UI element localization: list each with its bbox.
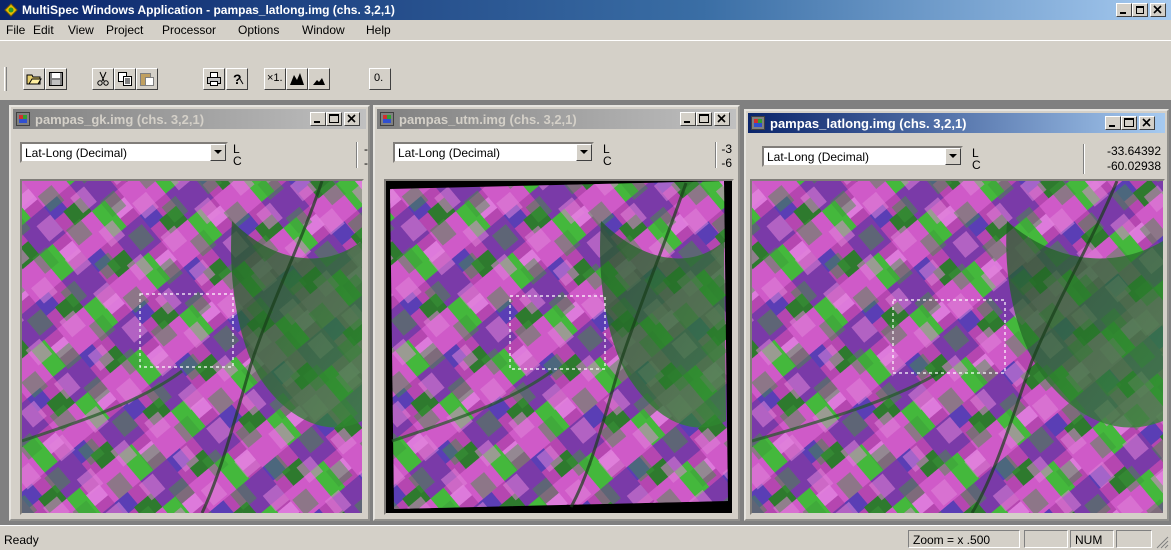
- print-icon: [207, 72, 221, 86]
- image-window-icon: [16, 112, 30, 126]
- menu-help[interactable]: Help: [366, 23, 391, 37]
- paste-button[interactable]: [136, 68, 158, 90]
- column-label: C: [603, 154, 612, 168]
- zoom-x1-icon: ×1.: [267, 72, 283, 84]
- menu-options[interactable]: Options: [238, 23, 279, 37]
- menu-edit[interactable]: Edit: [33, 23, 54, 37]
- zoom-in-icon: [290, 73, 304, 85]
- multispec-app-icon: [4, 3, 18, 17]
- help-icon: ?: [233, 71, 244, 87]
- image-window-icon: [380, 112, 394, 126]
- toolbar-grip: [4, 67, 7, 91]
- window-title: pampas_latlong.img (chs. 3,2,1): [770, 116, 967, 131]
- mdi-client-area: pampas_gk.img (chs. 3,2,1) Lat-Long (Dec…: [0, 100, 1171, 525]
- coordinate-system-value: Lat-Long (Decimal): [767, 150, 870, 164]
- image-window-icon: [751, 116, 765, 130]
- image-window-utm[interactable]: pampas_utm.img (chs. 3,2,1) Lat-Long (De…: [373, 105, 740, 521]
- print-button[interactable]: [203, 68, 225, 90]
- zoom-x1-button[interactable]: ×1.: [264, 68, 286, 90]
- help-button[interactable]: ?: [226, 68, 248, 90]
- divider: [356, 142, 358, 168]
- satellite-image: [386, 181, 732, 513]
- image-canvas[interactable]: [750, 179, 1165, 515]
- status-bar: Ready Zoom = x .500 NUM: [0, 525, 1171, 550]
- menu-window[interactable]: Window: [302, 23, 345, 37]
- menu-processor[interactable]: Processor: [162, 23, 216, 37]
- line-value: -33.64392: [1106, 144, 1161, 158]
- zoom-in-button[interactable]: [286, 68, 308, 90]
- zoom-out-button[interactable]: [308, 68, 330, 90]
- menu-view[interactable]: View: [68, 23, 94, 37]
- window-close-button[interactable]: [1139, 116, 1155, 130]
- coordinate-system-select[interactable]: Lat-Long (Decimal): [393, 142, 594, 163]
- coordinate-system-value: Lat-Long (Decimal): [25, 146, 128, 160]
- menu-project[interactable]: Project: [106, 23, 143, 37]
- column-value: -60.02938: [1106, 159, 1161, 173]
- coordinate-system-select[interactable]: Lat-Long (Decimal): [20, 142, 228, 163]
- status-text: Ready: [4, 533, 39, 547]
- open-button[interactable]: [23, 68, 45, 90]
- menu-file[interactable]: File: [6, 23, 25, 37]
- overlay-button[interactable]: 0.: [369, 68, 391, 90]
- window-minimize-button[interactable]: [310, 112, 326, 126]
- zoom-indicator: Zoom = x .500: [908, 530, 1020, 548]
- column-label: C: [972, 158, 981, 172]
- paste-icon: [140, 73, 154, 86]
- window-title: pampas_utm.img (chs. 3,2,1): [399, 112, 577, 127]
- window-maximize-button[interactable]: [326, 112, 342, 126]
- satellite-image: [22, 181, 362, 513]
- window-close-button[interactable]: [344, 112, 360, 126]
- status-pane-blank: [1024, 530, 1068, 548]
- cut-icon: [97, 71, 109, 86]
- toolbar: ? ×1. 0.: [0, 40, 1171, 100]
- window-minimize-button[interactable]: [680, 112, 696, 126]
- chevron-down-icon[interactable]: [210, 144, 226, 161]
- resize-grip-icon[interactable]: [1155, 535, 1169, 549]
- overlay-icon: 0.: [374, 72, 384, 84]
- window-titlebar[interactable]: pampas_latlong.img (chs. 3,2,1): [748, 113, 1165, 133]
- app-title: MultiSpec Windows Application - pampas_l…: [22, 3, 395, 17]
- num-lock-indicator: NUM: [1070, 530, 1114, 548]
- column-value: -: [364, 156, 368, 170]
- zoom-out-icon: [313, 78, 325, 85]
- image-window-gk[interactable]: pampas_gk.img (chs. 3,2,1) Lat-Long (Dec…: [9, 105, 370, 521]
- save-button[interactable]: [45, 68, 67, 90]
- copy-button[interactable]: [114, 68, 136, 90]
- window-title: pampas_gk.img (chs. 3,2,1): [35, 112, 205, 127]
- open-icon: [26, 74, 42, 85]
- app-restore-button[interactable]: [1132, 3, 1148, 17]
- divider: [715, 142, 717, 168]
- column-value: -6: [721, 156, 732, 170]
- copy-icon: [118, 72, 132, 86]
- menu-bar: File Edit View Project Processor Options…: [0, 20, 1171, 40]
- image-canvas[interactable]: [20, 179, 364, 515]
- app-close-button[interactable]: [1150, 3, 1166, 17]
- app-minimize-button[interactable]: [1116, 3, 1132, 17]
- chevron-down-icon[interactable]: [945, 148, 961, 165]
- window-titlebar[interactable]: pampas_gk.img (chs. 3,2,1): [13, 109, 366, 129]
- line-value: -3: [721, 142, 732, 156]
- window-close-button[interactable]: [714, 112, 730, 126]
- save-icon: [49, 72, 63, 86]
- window-minimize-button[interactable]: [1105, 116, 1121, 130]
- window-maximize-button[interactable]: [696, 112, 712, 126]
- satellite-image: [752, 181, 1163, 513]
- image-window-latlong[interactable]: pampas_latlong.img (chs. 3,2,1) Lat-Long…: [744, 109, 1169, 521]
- window-titlebar[interactable]: pampas_utm.img (chs. 3,2,1): [377, 109, 736, 129]
- column-label: C: [233, 154, 242, 168]
- coordinate-system-value: Lat-Long (Decimal): [398, 146, 501, 160]
- status-pane-blank: [1116, 530, 1152, 548]
- chevron-down-icon[interactable]: [576, 144, 592, 161]
- image-canvas[interactable]: [384, 179, 734, 515]
- divider: [1083, 144, 1085, 174]
- coordinate-system-select[interactable]: Lat-Long (Decimal): [762, 146, 963, 167]
- cut-button[interactable]: [92, 68, 114, 90]
- app-titlebar: MultiSpec Windows Application - pampas_l…: [0, 0, 1171, 20]
- line-value: -: [364, 142, 368, 156]
- window-maximize-button[interactable]: [1121, 116, 1137, 130]
